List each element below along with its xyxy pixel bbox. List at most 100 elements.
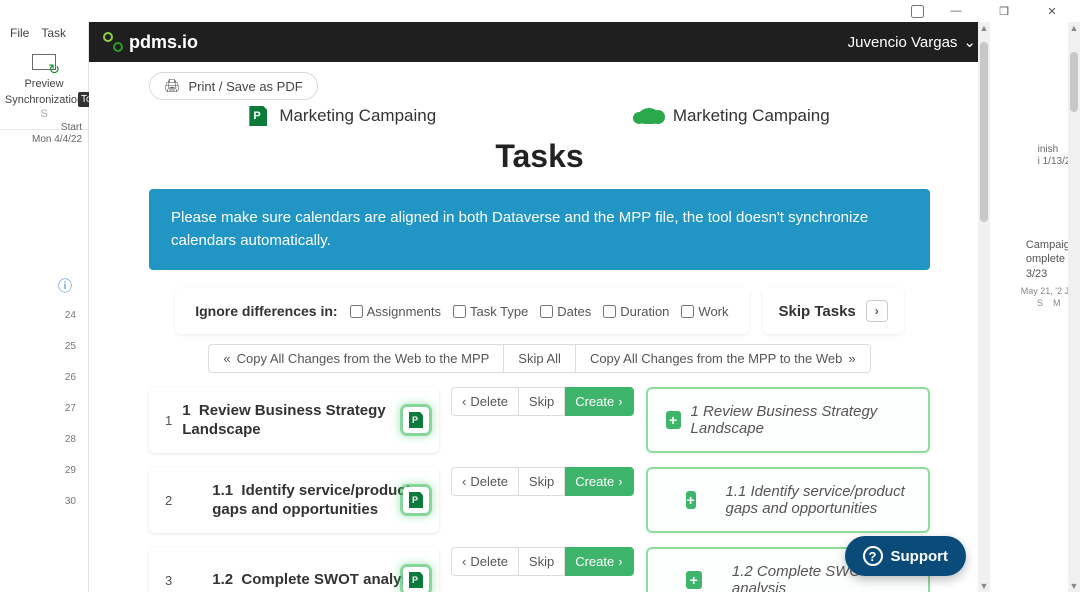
bulk-actions: «Copy All Changes from the Web to the MP…: [149, 344, 930, 373]
task-index: 3: [165, 573, 172, 588]
task-title: 1.1 Identify service/product gaps and op…: [182, 481, 423, 520]
dialog-scrollbar[interactable]: ▲ ▼: [978, 22, 990, 592]
scroll-down-icon[interactable]: ▼: [1068, 580, 1080, 592]
user-menu[interactable]: Juvencio Vargas ⌄: [848, 33, 976, 51]
plus-icon: +: [686, 571, 702, 589]
create-button[interactable]: Create›: [565, 547, 633, 576]
plus-icon: +: [666, 411, 681, 429]
ignore-label: Ignore differences in:: [195, 303, 337, 319]
copy-all-web-to-mpp-button[interactable]: «Copy All Changes from the Web to the MP…: [208, 344, 504, 373]
delete-button[interactable]: ‹Delete: [451, 467, 519, 496]
ribbon: File Task ↻ Preview Synchronization S TI…: [0, 22, 89, 592]
support-icon: ?: [863, 546, 883, 566]
page-title: Tasks: [149, 138, 930, 175]
skip-tasks-next-button[interactable]: ›: [866, 300, 888, 322]
ms-project-badge: [403, 407, 429, 433]
delete-button[interactable]: ‹Delete: [451, 387, 519, 416]
chevron-left-icon: ‹: [462, 554, 466, 569]
double-chevron-left-icon: «: [223, 351, 230, 366]
chevron-right-icon: ›: [618, 554, 622, 569]
ignore-duration-checkbox[interactable]: [603, 305, 616, 318]
ignore-duration[interactable]: Duration: [603, 304, 669, 319]
ignore-dates[interactable]: Dates: [540, 304, 591, 319]
double-chevron-right-icon: »: [848, 351, 855, 366]
brand: pdms.io: [103, 32, 198, 53]
task-actions: ‹DeleteSkipCreate›: [451, 387, 634, 419]
task-index: 1: [165, 413, 172, 428]
ribbon-preview-label2: Synchronization S: [0, 94, 88, 122]
ignore-dates-checkbox[interactable]: [540, 305, 553, 318]
ignore-work-checkbox[interactable]: [681, 305, 694, 318]
ribbon-preview-label1: Preview: [0, 78, 88, 92]
ms-project-badge: [403, 567, 429, 592]
ignore-tasktype[interactable]: Task Type: [453, 304, 528, 319]
copy-all-mpp-to-web-button[interactable]: Copy All Changes from the MPP to the Web…: [576, 344, 871, 373]
ignore-differences-card: Ignore differences in: Assignments Task …: [175, 288, 748, 334]
chevron-right-icon: ›: [618, 394, 622, 409]
printer-icon: 🖨: [164, 78, 181, 94]
dialog-scroll-up-icon[interactable]: ▲: [978, 22, 990, 34]
print-save-pdf-button[interactable]: 🖨 Print / Save as PDF: [149, 72, 318, 100]
support-button[interactable]: ? Support: [845, 536, 967, 576]
plus-icon: +: [686, 491, 696, 509]
sync-dialog: pdms.io Juvencio Vargas ⌄ 🖨 Print / Save…: [89, 22, 990, 592]
web-campaign-name: Marketing Campaing: [673, 106, 830, 126]
dialog-scroll-thumb[interactable]: [980, 42, 988, 222]
ignore-assignments-checkbox[interactable]: [350, 305, 363, 318]
window-min-icon[interactable]: —: [940, 5, 972, 17]
mpp-campaign: Marketing Campaing: [249, 106, 436, 126]
window-restore-icon[interactable]: ❐: [988, 5, 1020, 18]
preview-sync-icon: ↻: [30, 52, 58, 76]
ms-project-badge: [403, 487, 429, 513]
titlebar-checkbox[interactable]: [911, 5, 924, 18]
web-campaign: Marketing Campaing: [637, 106, 830, 126]
window-close-icon[interactable]: ✕: [1036, 5, 1068, 18]
bg-date-header: May 21, '2 Ju: [1021, 286, 1074, 296]
skip-button[interactable]: Skip: [519, 467, 565, 496]
web-task-card: +1.1 Identify service/product gaps and o…: [646, 467, 930, 533]
task-index: 2: [165, 493, 172, 508]
task-actions: ‹DeleteSkipCreate›: [451, 467, 634, 499]
main-area: inishi 1/13/23 Campaignomplete3/23 May 2…: [89, 22, 1080, 592]
skip-button[interactable]: Skip: [519, 387, 565, 416]
calendar-warning: Please make sure calendars are aligned i…: [149, 189, 930, 270]
mpp-task-card: 3 1.2 Complete SWOT analysis: [149, 547, 439, 592]
ms-project-icon: [409, 412, 423, 428]
chevron-left-icon: ‹: [462, 394, 466, 409]
create-button[interactable]: Create›: [565, 387, 633, 416]
delete-button[interactable]: ‹Delete: [451, 547, 519, 576]
dialog-topbar: pdms.io Juvencio Vargas ⌄: [89, 22, 990, 62]
ribbon-tab-file[interactable]: File: [10, 26, 29, 40]
task-title: 1 Review Business Strategy Landscape: [182, 401, 423, 440]
skip-all-button[interactable]: Skip All: [504, 344, 576, 373]
task-row: 3 1.2 Complete SWOT analysis ‹DeleteSkipCr…: [149, 547, 930, 592]
chevron-right-icon: ›: [618, 474, 622, 489]
info-icon[interactable]: ⓘ: [58, 276, 72, 296]
brand-text: pdms.io: [129, 32, 198, 53]
scroll-thumb[interactable]: [1070, 52, 1078, 112]
os-titlebar: — ❐ ✕: [0, 0, 1080, 22]
ignore-work[interactable]: Work: [681, 304, 728, 319]
web-task-title: 1.1 Identify service/product gaps and op…: [726, 483, 911, 517]
task-title: 1.2 Complete SWOT analysis: [182, 570, 422, 590]
titlebar-option[interactable]: [911, 5, 924, 18]
dialog-scroll-down-icon[interactable]: ▼: [978, 580, 990, 592]
ms-project-icon: [249, 106, 267, 126]
cloud-icon: [637, 108, 661, 124]
task-actions: ‹DeleteSkipCreate›: [451, 547, 634, 579]
create-button[interactable]: Create›: [565, 467, 633, 496]
ribbon-preview-sync-button[interactable]: ↻ Preview Synchronization S: [0, 44, 88, 121]
ribbon-tab-task[interactable]: Task: [41, 26, 66, 40]
mpp-task-card: 2 1.1 Identify service/product gaps and o…: [149, 467, 439, 533]
brand-logo-icon: [103, 32, 123, 52]
ignore-assignments[interactable]: Assignments: [350, 304, 441, 319]
mpp-task-card: 1 1 Review Business Strategy Landscape: [149, 387, 439, 453]
chevron-down-icon: ⌄: [963, 33, 976, 51]
skip-button[interactable]: Skip: [519, 547, 565, 576]
scroll-up-icon[interactable]: ▲: [1068, 22, 1080, 34]
print-label: Print / Save as PDF: [189, 79, 303, 94]
outer-scrollbar[interactable]: ▲ ▼: [1068, 22, 1080, 592]
web-task-card: +1 Review Business Strategy Landscape: [646, 387, 930, 453]
ignore-tasktype-checkbox[interactable]: [453, 305, 466, 318]
user-name: Juvencio Vargas: [848, 34, 958, 51]
